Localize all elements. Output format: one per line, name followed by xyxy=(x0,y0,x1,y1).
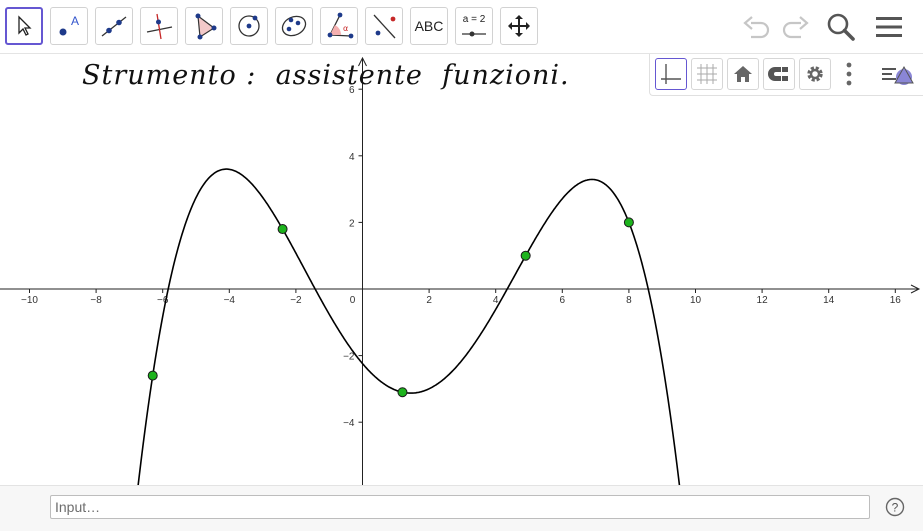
tool-point[interactable]: A xyxy=(50,7,88,45)
x-tick-label: −4 xyxy=(224,295,236,306)
tool-move[interactable] xyxy=(5,7,43,45)
grid-icon xyxy=(697,64,717,84)
circle-icon xyxy=(238,15,260,37)
toggle-style-bar-button[interactable] xyxy=(880,60,918,90)
x-tick-label: 10 xyxy=(690,295,702,306)
redo-icon xyxy=(782,16,809,39)
point-icon: A xyxy=(59,14,79,36)
toggle-style-bar-icon xyxy=(882,65,914,85)
x-tick-label: −10 xyxy=(21,295,38,306)
menu-icon xyxy=(876,17,902,37)
data-point xyxy=(147,370,158,381)
function-curve[interactable] xyxy=(137,168,681,485)
x-tick-label: 2 xyxy=(426,295,432,306)
perpendicular-line-icon xyxy=(146,13,173,40)
svg-text:?: ? xyxy=(892,501,899,515)
more-options-button[interactable] xyxy=(842,60,856,90)
settings-button[interactable] xyxy=(799,58,831,90)
data-point xyxy=(397,387,408,398)
cursor-arrow-icon xyxy=(18,15,32,36)
text-tool-icon: ABC xyxy=(414,18,444,34)
redo-button[interactable] xyxy=(778,10,812,44)
ellipse-icon xyxy=(281,15,307,37)
search-button[interactable] xyxy=(824,10,858,44)
reflect-line-icon xyxy=(373,14,396,39)
x-tick-label: 0 xyxy=(350,295,356,306)
move-graphics-icon xyxy=(508,15,530,37)
tool-polygon[interactable] xyxy=(185,7,223,45)
x-tick-label: 12 xyxy=(757,295,769,306)
tool-perpendicular-line[interactable] xyxy=(140,7,178,45)
data-point xyxy=(623,217,634,228)
slider-label: a = 2 xyxy=(462,14,486,25)
tool-reflect[interactable] xyxy=(365,7,403,45)
svg-text:α: α xyxy=(343,24,348,33)
tool-move-graphics[interactable] xyxy=(500,7,538,45)
style-bar xyxy=(649,54,923,96)
algebra-input[interactable] xyxy=(50,495,870,519)
axes-icon xyxy=(661,64,681,84)
tool-ellipse[interactable] xyxy=(275,7,313,45)
y-tick-label: 2 xyxy=(349,218,355,229)
x-tick-label: 16 xyxy=(890,295,902,306)
point-capturing-icon xyxy=(768,67,788,81)
tool-circle[interactable] xyxy=(230,7,268,45)
x-tick-label: −2 xyxy=(290,295,302,306)
y-tick-label: −2 xyxy=(343,352,355,363)
show-axes-button[interactable] xyxy=(655,58,687,90)
undo-button[interactable] xyxy=(740,10,774,44)
graphics-view[interactable]: −10 −8 −6 −4 −2 0 2 4 6 8 10 12 14 16 −4 −2 2 4 6 xyxy=(0,54,923,485)
help-icon[interactable]: ? xyxy=(885,497,905,517)
tool-slider[interactable]: a = 2 xyxy=(455,7,493,45)
menu-button[interactable] xyxy=(872,10,906,44)
data-point xyxy=(520,250,531,261)
line-icon xyxy=(101,16,127,37)
axes xyxy=(0,56,921,485)
x-tick-label: 6 xyxy=(560,295,566,306)
points xyxy=(147,217,634,398)
x-tick-label: 8 xyxy=(626,295,632,306)
search-icon xyxy=(827,13,855,41)
input-bar: ? xyxy=(0,485,923,531)
undo-icon xyxy=(743,16,770,39)
show-grid-button[interactable] xyxy=(691,58,723,90)
x-tick-label: 14 xyxy=(823,295,835,306)
svg-text:A: A xyxy=(71,14,79,28)
function-plot[interactable]: −10 −8 −6 −4 −2 0 2 4 6 8 10 12 14 16−4−2246 xyxy=(0,54,923,485)
data-point xyxy=(277,224,288,235)
tool-angle[interactable]: α xyxy=(320,7,358,45)
toolbar: A α ABC a = 2 xyxy=(0,0,923,54)
polygon-icon xyxy=(195,13,217,40)
more-vert-icon xyxy=(846,62,852,86)
tool-line[interactable] xyxy=(95,7,133,45)
point-capturing-button[interactable] xyxy=(763,58,795,90)
title-text: Strumento : assistente funzioni. xyxy=(82,60,570,91)
y-tick-label: 4 xyxy=(349,152,355,163)
home-icon xyxy=(734,66,752,82)
y-tick-label: −4 xyxy=(343,418,355,429)
x-tick-label: −8 xyxy=(90,295,102,306)
angle-icon: α xyxy=(327,12,354,39)
gear-icon xyxy=(807,66,823,82)
standard-view-button[interactable] xyxy=(727,58,759,90)
tool-text[interactable]: ABC xyxy=(410,7,448,45)
